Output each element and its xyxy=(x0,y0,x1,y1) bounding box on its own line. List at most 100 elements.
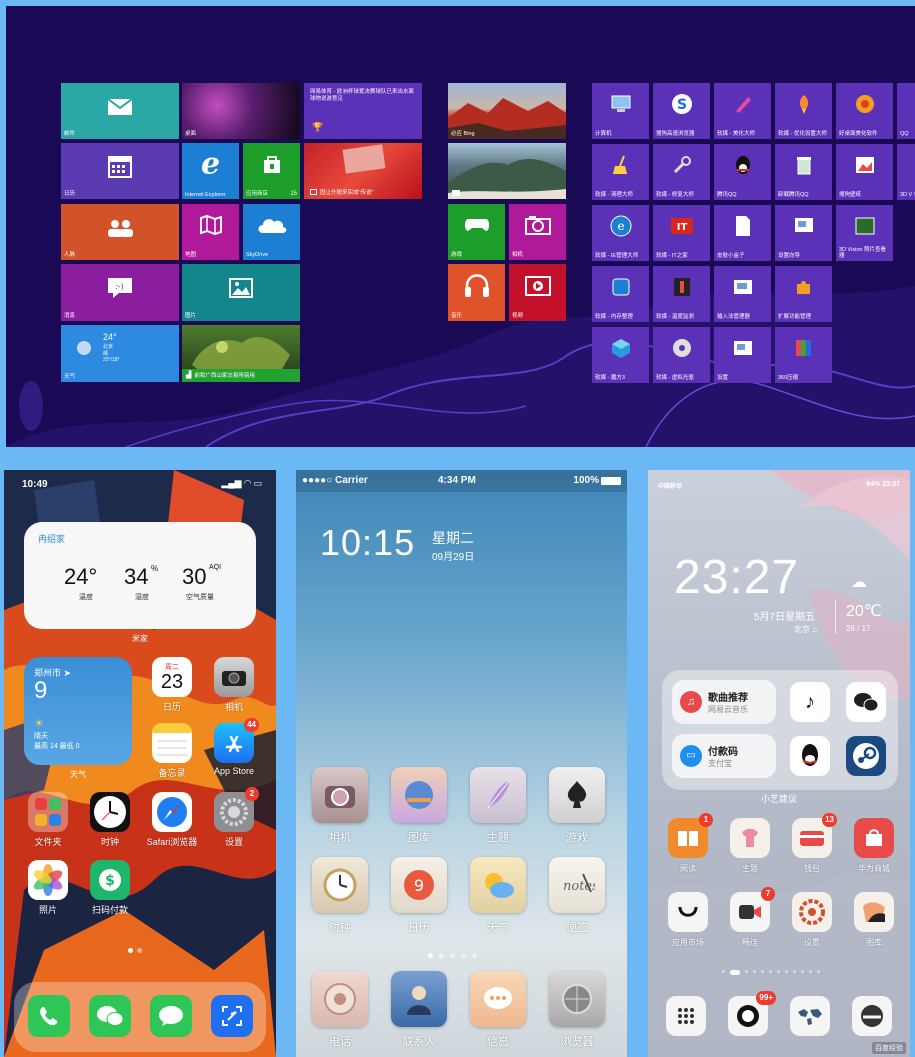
weather-temp: 9 xyxy=(34,677,48,704)
tile-ie-manager[interactable]: e 软媒 - IE管理大师 xyxy=(592,205,649,261)
app-reading[interactable]: 1 阅读 xyxy=(660,813,716,874)
tile-messaging[interactable]: :-) 消息 xyxy=(61,264,179,321)
tile-wrench[interactable]: 软媒 - 修复大师 xyxy=(653,144,710,200)
tile-news[interactable]: 网易体育 - 欧洲杯球爱决赛球队已来出水面 球物说游意见 🏆 xyxy=(304,83,422,139)
app-app-market[interactable]: 应用市场 xyxy=(660,892,716,948)
app-calendar[interactable]: 9 日历 xyxy=(389,857,449,935)
dock-contacts[interactable]: 联系人 xyxy=(389,971,449,1049)
qq-icon[interactable] xyxy=(790,736,830,776)
tile-games[interactable]: 游戏 xyxy=(448,204,505,260)
tile-rocket[interactable]: 软媒 - 优化设置大师 xyxy=(775,83,832,139)
tile-thermometer[interactable]: 软媒 - 温度监测 xyxy=(653,266,710,322)
app-clock[interactable]: 时钟 xyxy=(84,792,136,848)
tile-flower[interactable]: 好桌面美化软件 xyxy=(836,83,893,139)
app-notes[interactable]: 备忘录 xyxy=(146,723,198,779)
dock-browser[interactable]: 浏览器 xyxy=(547,971,607,1049)
app-calendar[interactable]: 周二 23 日历 xyxy=(146,657,198,713)
wechat-icon[interactable] xyxy=(846,682,886,722)
messages-icon[interactable] xyxy=(150,995,192,1037)
mijia-widget[interactable]: 冉绍家 24° 温度 34 % 湿度 30 AQI 空气质量 xyxy=(24,522,256,629)
app-appstore[interactable]: 44 App Store xyxy=(208,718,260,776)
tile-puzzle[interactable]: 扩展功能管理 xyxy=(775,266,832,322)
tile-qq[interactable]: QQ xyxy=(897,83,915,139)
app-gallery[interactable]: 图库 xyxy=(389,767,449,845)
themes-icon xyxy=(730,818,770,858)
app-files-folder[interactable]: 文件夹 xyxy=(22,792,74,848)
tile-video[interactable]: 视频 xyxy=(509,264,566,321)
app-clock[interactable]: 时钟 xyxy=(310,857,370,935)
camera-icon[interactable] xyxy=(852,996,892,1036)
tile-weather[interactable]: 24° 北京 晴 25°/18° 天气 xyxy=(61,325,179,382)
app-themes[interactable]: 主题 xyxy=(722,818,778,874)
tile-finance[interactable]: 固让升税来实成"传说" xyxy=(304,143,422,199)
steam-icon[interactable] xyxy=(846,736,886,776)
tile-mail[interactable]: 邮件 xyxy=(61,83,179,139)
video-icon xyxy=(524,275,551,296)
dock-messages[interactable]: 信息 xyxy=(468,971,528,1049)
tile-computer[interactable]: 计算机 xyxy=(592,83,649,139)
xbox-icon xyxy=(464,216,490,234)
apps-grid-icon[interactable] xyxy=(666,996,706,1036)
world-map-icon[interactable] xyxy=(790,996,830,1036)
tile-cube[interactable]: 软媒 - 魔方3 xyxy=(592,327,649,383)
wechat-icon[interactable] xyxy=(89,995,131,1037)
app-camera[interactable]: 相机 xyxy=(208,657,260,713)
tile-wallpaper[interactable]: 搜狗壁纸 xyxy=(836,144,893,200)
dock-phone[interactable]: 电话 xyxy=(310,971,370,1049)
app-photos[interactable]: 照片 xyxy=(22,860,74,916)
app-label: 联系人 xyxy=(402,1036,436,1048)
tile-recycle[interactable]: 卸载腾讯QQ xyxy=(775,144,832,200)
tile-disc[interactable]: 软媒 - 虚拟光驱 xyxy=(653,327,710,383)
chat-icon[interactable]: 99+ xyxy=(728,991,776,1036)
tile-ime[interactable]: 输入法管理器 xyxy=(714,266,771,322)
tile-travel[interactable]: ▟ 前和广西山家交易所搞用 xyxy=(182,325,300,382)
app-theme[interactable]: 主题 xyxy=(468,767,528,845)
app-notes[interactable]: notes 便签 xyxy=(547,857,607,935)
app-settings[interactable]: 2 设置 xyxy=(208,787,260,848)
app-pay[interactable]: $ 扫码付款 xyxy=(84,860,136,916)
app-safari[interactable]: Safari浏览器 xyxy=(146,792,198,848)
tile-skydrive[interactable]: SkyDrive xyxy=(243,204,300,260)
scan-icon[interactable] xyxy=(211,995,253,1037)
tile-penguin[interactable]: 腾讯QQ xyxy=(714,144,771,200)
tile-brush[interactable]: 软媒 - 美化大师 xyxy=(714,83,771,139)
tile-ithome[interactable]: IT 软媒 - IT之家 xyxy=(653,205,710,261)
tile-people[interactable]: 人脉 xyxy=(61,204,179,260)
clock-icon xyxy=(90,792,130,832)
tile-bing[interactable]: 必应 Bing xyxy=(448,83,566,139)
app-camera[interactable]: 相机 xyxy=(310,767,370,845)
tile-broom[interactable]: 软媒 - 清理大师 xyxy=(592,144,649,200)
broom-icon xyxy=(610,154,632,176)
tile-settings[interactable]: 设置 xyxy=(714,327,771,383)
tile-document[interactable]: 皮肤小盒子 xyxy=(714,205,771,261)
app-settings[interactable]: 设置 xyxy=(784,892,840,948)
tile-photo-viewer[interactable]: 3D Vision 照片查看器 xyxy=(836,205,893,261)
tile-camera[interactable]: 相机 xyxy=(509,204,566,260)
card-subtitle: 网易云音乐 xyxy=(708,705,748,714)
app-vmall[interactable]: 华为商城 xyxy=(846,818,902,874)
tile-store[interactable]: 应用商店 15 xyxy=(243,143,300,199)
weather-widget[interactable]: 郑州市 ➤ 9 ☀ 晴天 最高 14 最低 0 xyxy=(24,657,132,765)
tile-photos[interactable]: 图片 xyxy=(182,264,300,321)
tile-maps[interactable]: 地图 xyxy=(182,204,239,260)
app-games[interactable]: 游戏 xyxy=(547,767,607,845)
music-recommend-card[interactable]: ♫ 歌曲推荐 网易云音乐 xyxy=(672,680,776,724)
app-wallet[interactable]: 13 钱包 xyxy=(784,813,840,874)
tile-desktop[interactable]: 桌面 xyxy=(182,83,300,139)
app-meetime[interactable]: 7 畅连 xyxy=(722,887,778,948)
tile-wizard[interactable]: 设置向导 xyxy=(775,205,832,261)
app-weather[interactable]: 天气 xyxy=(468,857,528,935)
tiktok-icon[interactable]: ♪ xyxy=(790,682,830,722)
weather-temp: 24° xyxy=(103,332,117,342)
app-gallery[interactable]: 图库 xyxy=(846,892,902,948)
tile-sogou[interactable]: S 搜狗高速浏览器 xyxy=(653,83,710,139)
tile-archive[interactable]: 360压缩 xyxy=(775,327,832,383)
tile-landscape[interactable] xyxy=(448,143,566,199)
tile-ie[interactable]: e Internet Explorer xyxy=(182,143,239,199)
tile-calendar[interactable]: 日历 xyxy=(61,143,179,199)
tile-memory[interactable]: 软媒 - 内存整理 xyxy=(592,266,649,322)
phone-icon[interactable] xyxy=(28,995,70,1037)
payment-code-card[interactable]: ▭ 付款码 支付宝 xyxy=(672,734,776,778)
tile-nvidia[interactable]: 3D V 包 1 xyxy=(897,144,915,200)
tile-music[interactable]: 音乐 xyxy=(448,264,505,321)
